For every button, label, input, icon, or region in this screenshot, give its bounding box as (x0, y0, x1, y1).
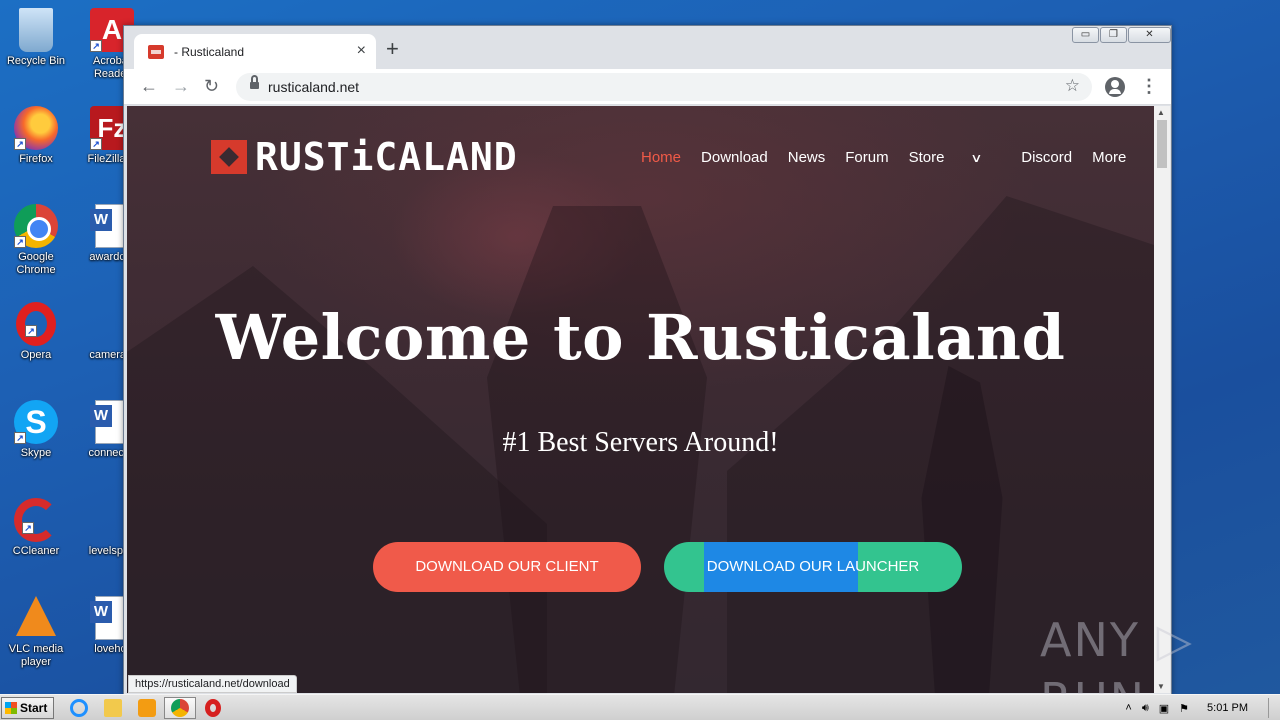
download-launcher-button[interactable]: DOWNLOAD OUR LAUNCHER (664, 542, 962, 592)
desktop-icon-firefox[interactable]: ↗ Firefox (0, 106, 72, 166)
vlc-icon (16, 596, 56, 636)
media-player-icon[interactable] (138, 699, 156, 717)
nav-more[interactable]: More∨ (1092, 149, 1154, 166)
scroll-up-icon[interactable]: ▲ (1157, 108, 1165, 117)
site-nav: Home Download News Forum Store ∨ Discord … (641, 149, 1154, 166)
close-window-button[interactable]: ✕ (1128, 27, 1171, 43)
back-button[interactable]: ← (140, 75, 158, 97)
nav-news[interactable]: News (788, 149, 826, 166)
address-bar[interactable]: rusticaland.net ☆ (236, 73, 1092, 101)
profile-icon[interactable] (1105, 77, 1125, 97)
internet-explorer-icon[interactable] (70, 699, 88, 717)
ccleaner-icon: ↗ (14, 498, 58, 542)
browser-tab[interactable]: - Rusticaland × (134, 34, 376, 69)
bookmark-star-icon[interactable]: ☆ (1065, 76, 1080, 96)
chrome-icon: ↗ (14, 204, 58, 248)
network-icon[interactable]: ▣ (1159, 702, 1169, 715)
desktop-icon-skype[interactable]: S ↗ Skype (0, 400, 72, 460)
desktop-icon-recycle-bin[interactable]: Recycle Bin (0, 8, 72, 68)
tray-expand-icon[interactable]: ˄ (1125, 702, 1131, 714)
site-logo[interactable]: RUSTiCALAND (211, 135, 518, 179)
lock-icon (250, 75, 259, 90)
browser-menu-button[interactable]: ⋮ (1140, 75, 1158, 97)
nav-store-label: Store (908, 149, 945, 166)
new-tab-button[interactable]: + (386, 38, 399, 60)
skype-icon: S ↗ (14, 400, 58, 444)
tab-close-icon[interactable]: × (357, 42, 366, 60)
firefox-icon: ↗ (14, 106, 58, 150)
rusticaland-favicon-icon (148, 45, 164, 59)
chevron-down-icon: ∨ (970, 151, 984, 165)
desktop-icon-vlc[interactable]: VLC media player (0, 596, 72, 669)
opera-icon: ↗ (16, 302, 56, 346)
browser-titlebar: - Rusticaland × + ▭ ❐ ✕ (124, 26, 1171, 69)
web-page: RUSTiCALAND Home Download News Forum Sto… (127, 106, 1154, 693)
reload-button[interactable]: ↻ (204, 75, 219, 97)
taskbar-clock[interactable]: 5:01 PM (1207, 702, 1248, 714)
hero-title: Welcome to Rusticaland (215, 301, 1066, 374)
download-client-button[interactable]: DOWNLOAD OUR CLIENT (373, 542, 641, 592)
desktop-icon-chrome[interactable]: ↗ Google Chrome (0, 204, 72, 277)
download-launcher-label: DOWNLOAD OUR LAUNCHER (706, 558, 920, 575)
desktop-icon-opera[interactable]: ↗ Opera (0, 302, 72, 362)
nav-home[interactable]: Home (641, 149, 681, 166)
tab-title: - Rusticaland (174, 45, 245, 59)
window-controls: ▭ ❐ ✕ (1071, 27, 1171, 43)
opera-icon[interactable] (205, 699, 221, 717)
flag-icon[interactable]: ⚑ (1179, 702, 1189, 715)
page-scrollbar[interactable]: ▲ ▼ (1154, 106, 1170, 693)
address-url[interactable]: rusticaland.net (268, 79, 359, 95)
start-button[interactable]: Start (1, 697, 54, 719)
nav-forum[interactable]: Forum (845, 149, 888, 166)
nav-store[interactable]: Store ∨ (909, 149, 1002, 166)
nav-more-label: More (1092, 149, 1127, 166)
rusticaland-logo-icon (211, 140, 247, 174)
file-explorer-icon[interactable] (104, 699, 122, 717)
system-tray: ˄ 🔊︎ ▣ ⚑ 5:01 PM (1115, 695, 1280, 720)
forward-button[interactable]: → (172, 75, 190, 97)
chrome-icon[interactable] (171, 699, 189, 717)
desktop-icon-ccleaner[interactable]: ↗ CCleaner (0, 498, 72, 558)
minimize-button[interactable]: ▭ (1072, 27, 1099, 43)
volume-icon[interactable]: 🔊︎ (1142, 702, 1149, 715)
taskbar: Start ˄ 🔊︎ ▣ ⚑ 5:01 PM (0, 694, 1280, 720)
nav-download[interactable]: Download (701, 149, 768, 166)
show-desktop-button[interactable] (1268, 698, 1280, 718)
browser-window: - Rusticaland × + ▭ ❐ ✕ ← → ↻ rusticalan… (123, 25, 1172, 695)
hero-subtitle: #1 Best Servers Around! (502, 427, 779, 458)
nav-discord[interactable]: Discord (1021, 149, 1072, 166)
scrollbar-thumb[interactable] (1157, 120, 1167, 168)
restore-button[interactable]: ❐ (1100, 27, 1127, 43)
logo-text: RUSTiCALAND (255, 135, 518, 179)
browser-toolbar: ← → ↻ rusticaland.net ☆ ⋮ (124, 69, 1171, 105)
recycle-bin-icon (19, 8, 53, 52)
link-status-bar: https://rusticaland.net/download (128, 675, 297, 693)
